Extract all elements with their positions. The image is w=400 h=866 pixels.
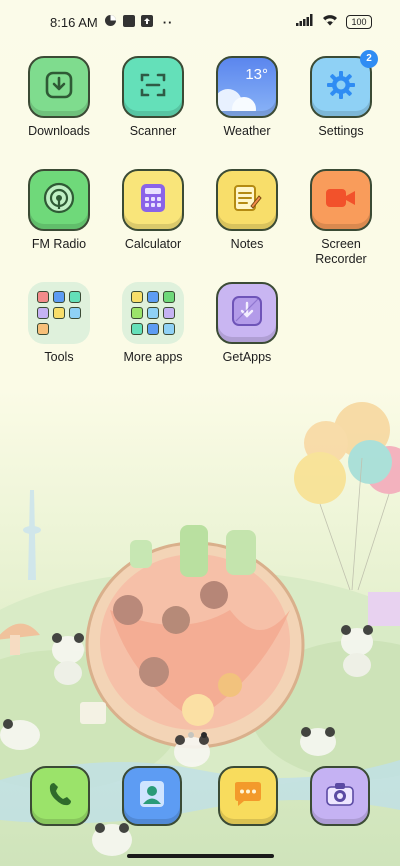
- app-fm-radio[interactable]: FM Radio: [14, 169, 104, 252]
- gear-icon: [325, 69, 357, 106]
- mini-app-icon: [53, 291, 65, 303]
- mini-app-icon: [53, 307, 65, 319]
- video-camera-icon: [324, 186, 358, 215]
- panda: [174, 735, 210, 767]
- app-calculator[interactable]: Calculator: [108, 169, 198, 252]
- wifi-icon: [322, 14, 338, 29]
- app-label-notes: Notes: [230, 237, 264, 251]
- app-label-settings: Settings: [318, 124, 364, 138]
- app-notification-icon: [104, 14, 117, 30]
- mini-app-icon: [131, 291, 143, 303]
- upload-notification-icon: [140, 14, 153, 30]
- radio-icon: [42, 181, 76, 220]
- panda: [92, 823, 132, 856]
- download-icon: [44, 70, 74, 105]
- app-weather[interactable]: 13° Weather: [202, 56, 292, 139]
- mini-app-icon: [37, 307, 49, 319]
- mini-app-icon: [163, 307, 175, 319]
- downloads-tile[interactable]: [28, 56, 90, 118]
- weather-tile[interactable]: 13°: [216, 56, 278, 118]
- app-label-fm-radio: FM Radio: [31, 237, 87, 251]
- app-downloads[interactable]: Downloads: [14, 56, 104, 139]
- mini-app-icon: [147, 307, 159, 319]
- mini-app-icon: [147, 291, 159, 303]
- app-getapps[interactable]: GetApps: [202, 282, 292, 365]
- page-dot-active[interactable]: [201, 732, 207, 738]
- folder-label-more-apps: More apps: [123, 350, 183, 364]
- screen-recorder-tile[interactable]: [310, 169, 372, 231]
- phone-icon: [46, 780, 74, 813]
- fm-radio-tile[interactable]: [28, 169, 90, 231]
- app-label-getapps: GetApps: [222, 350, 272, 364]
- status-right: 100: [296, 14, 372, 29]
- page-indicator[interactable]: [188, 732, 207, 738]
- scanner-tile[interactable]: [122, 56, 184, 118]
- notes-tile[interactable]: [216, 169, 278, 231]
- messages-icon: [232, 780, 264, 813]
- dock-phone[interactable]: [30, 766, 90, 826]
- app-label-screen-recorder: Screen Recorder: [315, 237, 367, 266]
- battery-indicator: 100: [346, 14, 372, 29]
- calculator-tile[interactable]: [122, 169, 184, 231]
- folder-icon[interactable]: [28, 282, 90, 344]
- getapps-tile[interactable]: [216, 282, 278, 344]
- dock-camera[interactable]: [310, 766, 370, 826]
- settings-tile[interactable]: 2: [310, 50, 378, 118]
- dock-contacts[interactable]: [122, 766, 182, 826]
- folder-label-tools: Tools: [44, 350, 74, 364]
- panda: [341, 625, 373, 677]
- weather-icon: [218, 77, 262, 116]
- notes-icon: [231, 182, 263, 219]
- mini-app-icon: [163, 291, 175, 303]
- mini-app-icon: [131, 323, 143, 335]
- panda: [300, 727, 336, 756]
- app-label-weather: Weather: [223, 124, 271, 138]
- app-label-calculator: Calculator: [124, 237, 182, 251]
- scanner-icon: [138, 70, 168, 105]
- dock: [0, 766, 400, 826]
- square-notification-icon: [122, 14, 135, 30]
- panda: [52, 633, 84, 685]
- app-label-downloads: Downloads: [28, 124, 90, 138]
- home-indicator[interactable]: [127, 854, 274, 858]
- mini-app-icon: [147, 323, 159, 335]
- calculator-icon: [139, 183, 167, 218]
- folder-more-apps[interactable]: More apps: [108, 282, 198, 365]
- app-notes[interactable]: Notes: [202, 169, 292, 252]
- status-bar: 8:16 AM ·· 100: [0, 0, 400, 44]
- status-left: 8:16 AM ··: [50, 14, 173, 30]
- app-scanner[interactable]: Scanner: [108, 56, 198, 139]
- app-label-scanner: Scanner: [129, 124, 177, 138]
- contacts-icon: [137, 779, 167, 814]
- app-settings[interactable]: 2 Settings: [296, 50, 386, 139]
- mini-app-icon: [163, 323, 175, 335]
- signal-icon: [296, 14, 314, 29]
- mini-app-icon: [37, 323, 49, 335]
- settings-notification-badge: 2: [360, 50, 378, 68]
- app-screen-recorder[interactable]: Screen Recorder: [296, 169, 386, 267]
- mini-app-icon: [69, 307, 81, 319]
- mini-app-icon: [37, 291, 49, 303]
- mini-app-icon: [69, 291, 81, 303]
- folder-icon[interactable]: [122, 282, 184, 344]
- camera-icon: [325, 781, 355, 812]
- balloons: [294, 402, 400, 591]
- dock-messages[interactable]: [218, 766, 278, 826]
- mini-app-icon: [131, 307, 143, 319]
- page-dot[interactable]: [188, 732, 194, 738]
- folder-tools[interactable]: Tools: [14, 282, 104, 365]
- status-time: 8:16 AM: [50, 14, 98, 30]
- getapps-icon: [230, 294, 264, 333]
- more-notifications-icon: ··: [162, 14, 174, 30]
